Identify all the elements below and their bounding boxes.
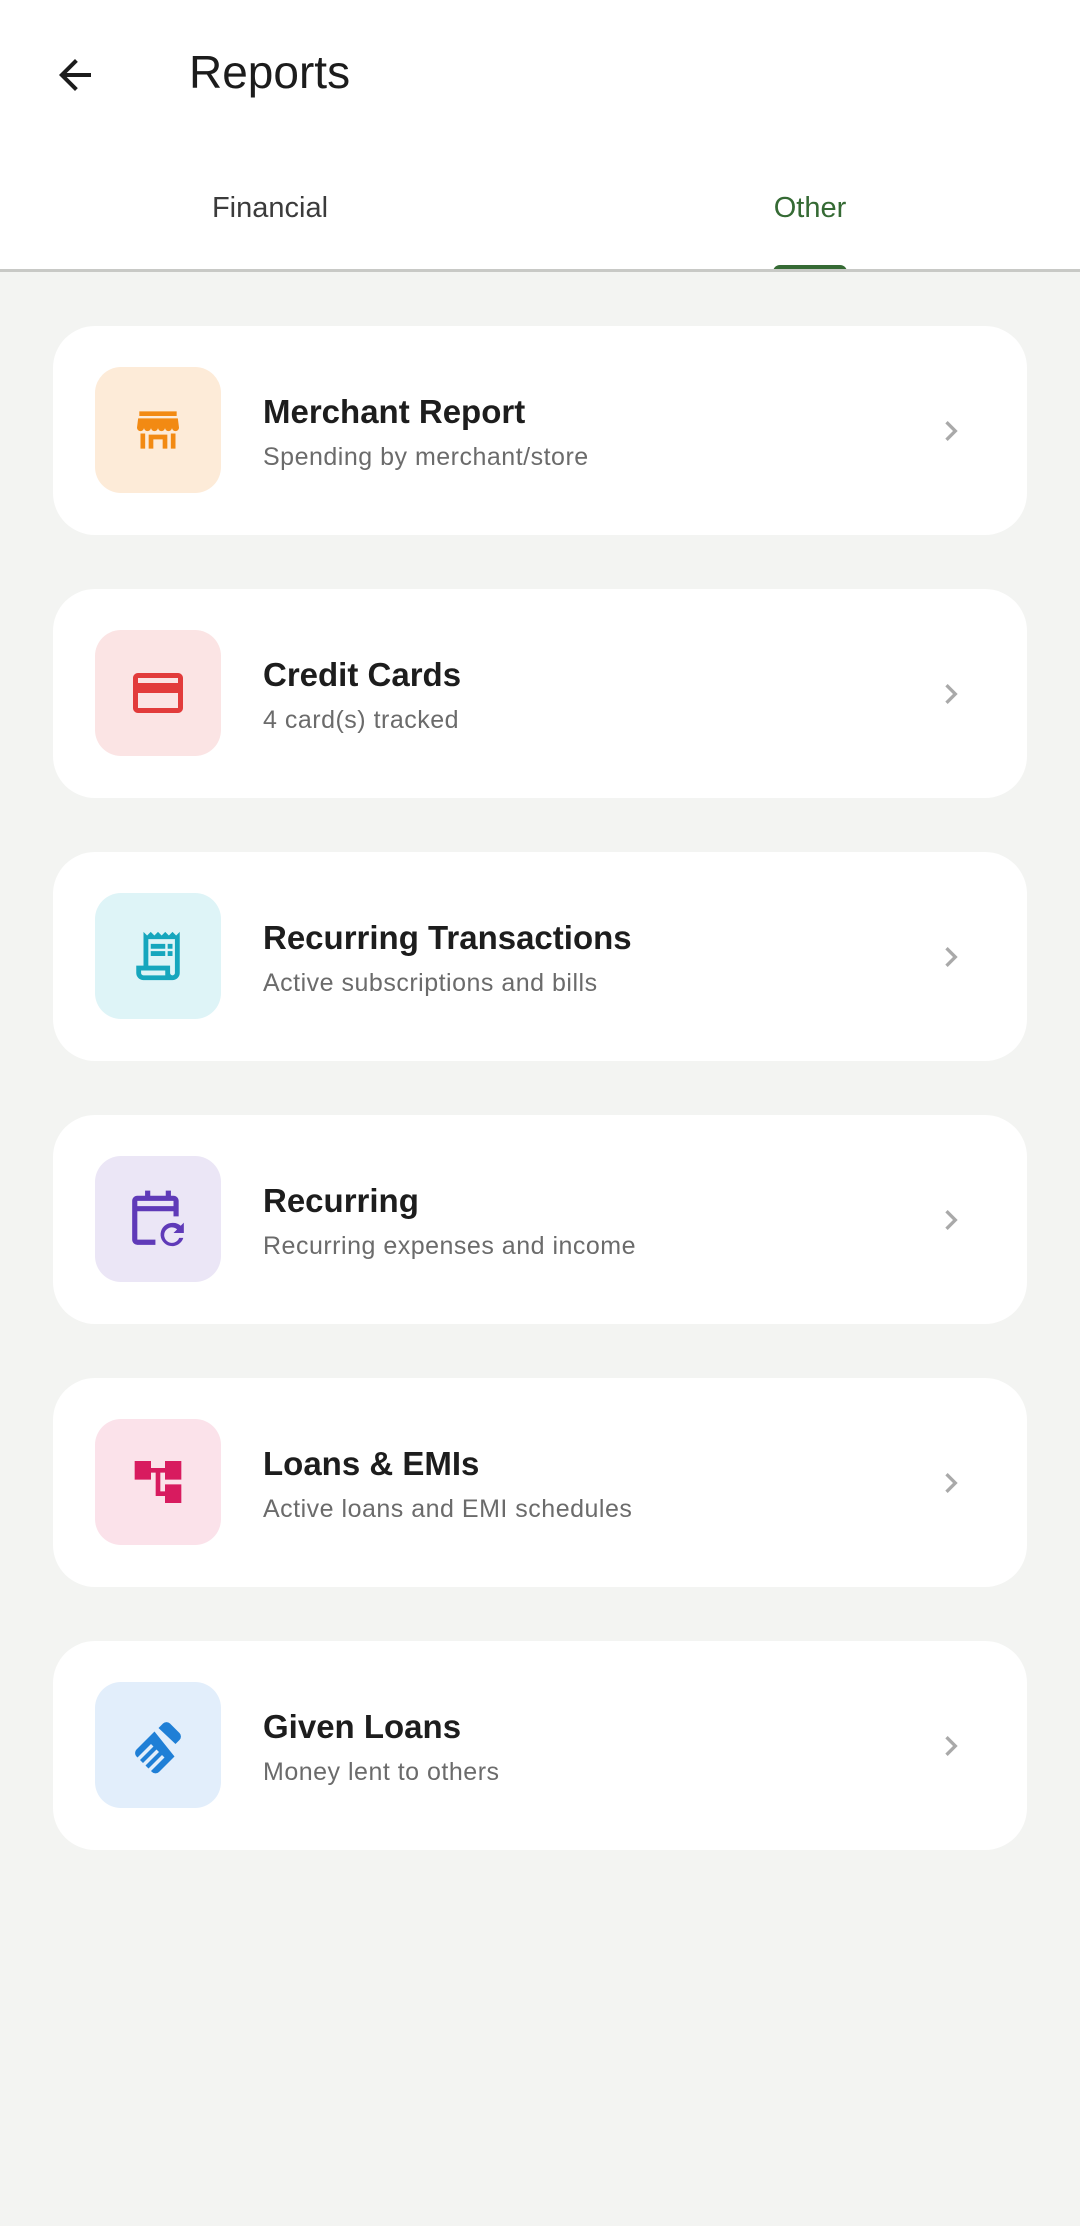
report-card-loans-emis[interactable]: Loans & EMIs Active loans and EMI schedu… (53, 1378, 1027, 1587)
tab-label: Other (773, 192, 847, 224)
storefront-icon (137, 411, 179, 449)
tab-financial[interactable]: Financial (0, 150, 540, 272)
icon-tile (95, 1156, 221, 1282)
tab-other[interactable]: Other (540, 150, 1080, 272)
card-subtitle: Money lent to others (263, 1758, 500, 1786)
report-card-given-loans[interactable]: Given Loans Money lent to others (53, 1641, 1027, 1850)
icon-tile (95, 893, 221, 1019)
report-card-recurring-transactions[interactable]: Recurring Transactions Active subscripti… (53, 852, 1027, 1061)
card-title: Credit Cards (263, 656, 462, 693)
icon-tile (95, 630, 221, 756)
page-title: Reports (189, 46, 351, 98)
chevron-right-icon (931, 1200, 971, 1240)
credit-card-icon (133, 673, 183, 713)
card-title: Recurring (263, 1182, 419, 1219)
handshake-icon (135, 1722, 181, 1774)
card-title: Loans & EMIs (263, 1445, 480, 1482)
tab-bar: Financial Other (0, 150, 1080, 272)
card-title: Merchant Report (263, 393, 526, 430)
card-subtitle: Spending by merchant/store (263, 443, 589, 471)
chevron-right-icon (931, 937, 971, 977)
icon-tile (95, 367, 221, 493)
chevron-right-icon (931, 411, 971, 451)
chevron-right-icon (931, 1726, 971, 1766)
card-title: Recurring Transactions (263, 919, 632, 956)
tab-divider (0, 269, 1080, 272)
report-list: Merchant Report Spending by merchant/sto… (53, 326, 1027, 1904)
report-card-recurring[interactable]: Recurring Recurring expenses and income (53, 1115, 1027, 1324)
icon-tile (95, 1682, 221, 1808)
report-card-credit-cards[interactable]: Credit Cards 4 card(s) tracked (53, 589, 1027, 798)
card-title: Given Loans (263, 1708, 462, 1745)
card-subtitle: Active loans and EMI schedules (263, 1495, 633, 1523)
top-app-bar: Reports Financial Other (0, 0, 1080, 272)
account-tree-icon (134, 1461, 182, 1503)
card-subtitle: Recurring expenses and income (263, 1232, 637, 1260)
receipt-icon (136, 931, 180, 981)
back-button[interactable] (30, 30, 120, 120)
calendar-repeat-icon (132, 1190, 184, 1247)
icon-tile (95, 1419, 221, 1545)
chevron-right-icon (931, 1463, 971, 1503)
card-subtitle: 4 card(s) tracked (263, 706, 460, 734)
report-card-merchant[interactable]: Merchant Report Spending by merchant/sto… (53, 326, 1027, 535)
chevron-right-icon (931, 674, 971, 714)
card-subtitle: Active subscriptions and bills (263, 969, 598, 997)
arrow-left-icon (59, 59, 91, 91)
tab-label: Financial (211, 192, 329, 224)
